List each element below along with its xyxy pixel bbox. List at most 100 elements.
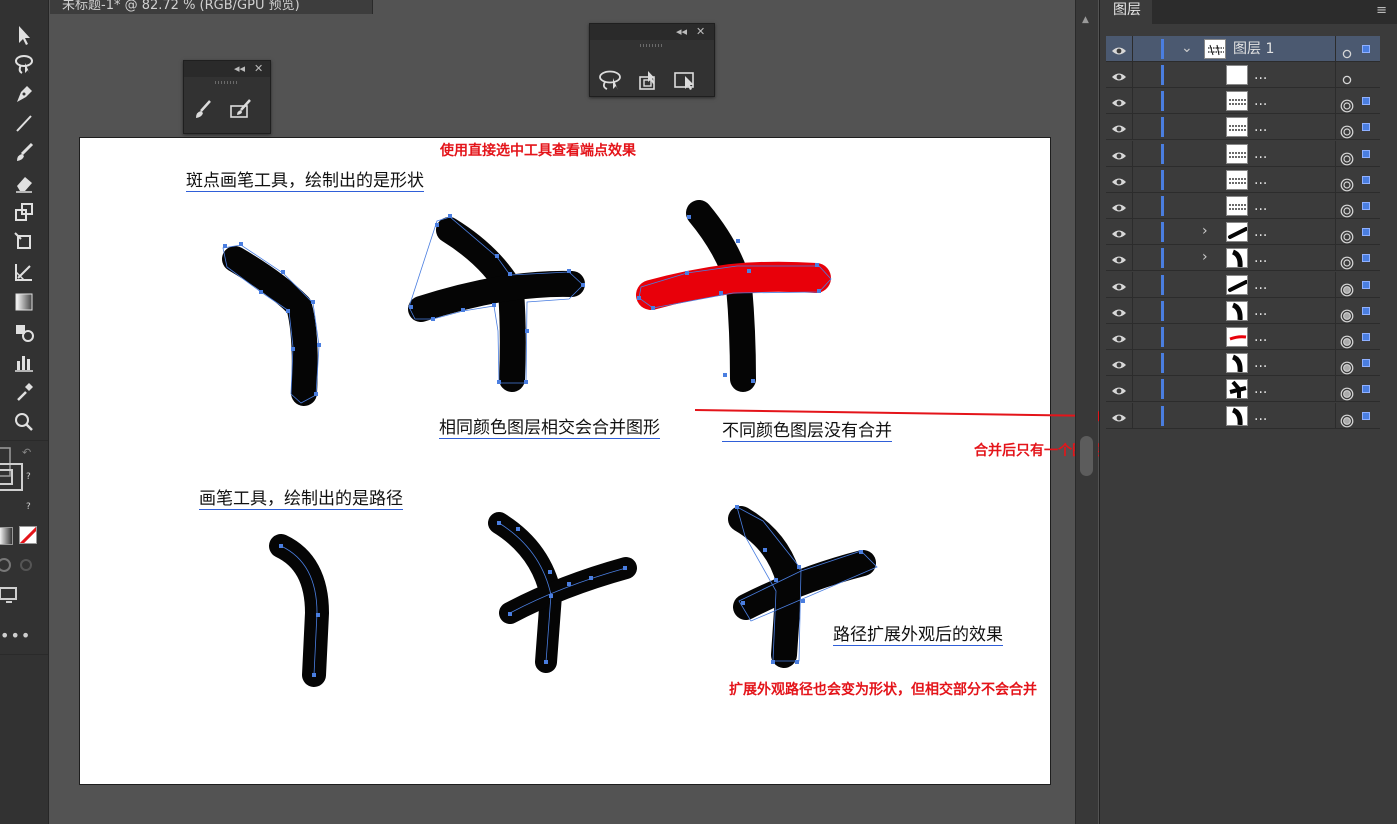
layer-thumbnail bbox=[1226, 405, 1248, 426]
selection-indicator[interactable] bbox=[1362, 306, 1370, 315]
target-appearance-icon[interactable] bbox=[1340, 280, 1354, 296]
layer-name[interactable]: ... bbox=[1254, 170, 1267, 190]
visibility-eye-icon[interactable] bbox=[1111, 278, 1127, 291]
column-divider bbox=[1335, 193, 1336, 219]
sublayer-row[interactable]: ... bbox=[1106, 297, 1380, 324]
selection-indicator[interactable] bbox=[1362, 123, 1370, 132]
column-divider bbox=[1132, 88, 1133, 115]
sublayer-row[interactable]: ... bbox=[1106, 193, 1380, 219]
column-divider bbox=[1132, 350, 1133, 377]
layer-name[interactable]: ... bbox=[1254, 196, 1267, 216]
column-divider bbox=[1335, 36, 1336, 62]
selection-indicator[interactable] bbox=[1362, 280, 1370, 289]
chevron-right-icon[interactable]: › bbox=[1202, 247, 1208, 267]
layer-name[interactable]: ... bbox=[1254, 144, 1267, 164]
visibility-eye-icon[interactable] bbox=[1111, 94, 1127, 107]
selection-indicator[interactable] bbox=[1362, 175, 1370, 184]
layer-name[interactable]: ... bbox=[1254, 117, 1267, 137]
visibility-eye-icon[interactable] bbox=[1111, 173, 1127, 186]
target-appearance-icon[interactable] bbox=[1340, 201, 1354, 218]
selection-indicator[interactable] bbox=[1362, 228, 1370, 237]
sublayer-row[interactable]: ... bbox=[1106, 140, 1380, 167]
selection-indicator[interactable] bbox=[1362, 202, 1370, 210]
layer-name[interactable]: ... bbox=[1254, 65, 1267, 85]
target-appearance-icon[interactable] bbox=[1340, 96, 1354, 113]
selection-indicator[interactable] bbox=[1362, 411, 1370, 420]
layer-name[interactable]: ... bbox=[1254, 353, 1267, 373]
selection-indicator[interactable] bbox=[1362, 385, 1370, 394]
layer-thumbnail bbox=[1226, 353, 1248, 374]
layers-tab[interactable]: 图层 bbox=[1100, 0, 1152, 24]
target-appearance-icon[interactable] bbox=[1340, 358, 1354, 375]
target-appearance-icon[interactable] bbox=[1340, 175, 1354, 192]
layer-thumbnail bbox=[1204, 39, 1226, 59]
target-appearance-icon[interactable] bbox=[1342, 70, 1352, 85]
panel-menu-icon[interactable]: ≡ bbox=[1376, 3, 1387, 18]
visibility-eye-icon[interactable] bbox=[1111, 225, 1127, 238]
layer-thumbnail bbox=[1226, 274, 1248, 295]
column-divider bbox=[1132, 402, 1133, 429]
vertical-scrollbar[interactable]: ▲ bbox=[1075, 0, 1098, 824]
column-divider bbox=[1132, 36, 1133, 62]
target-appearance-icon[interactable] bbox=[1340, 227, 1354, 244]
layer-thumbnail bbox=[1226, 91, 1248, 112]
visibility-eye-icon[interactable] bbox=[1111, 251, 1127, 264]
layer-name[interactable]: ... bbox=[1254, 379, 1267, 399]
target-appearance-icon[interactable] bbox=[1340, 122, 1354, 139]
layer-color-bar bbox=[1161, 143, 1164, 164]
scroll-thumb[interactable] bbox=[1080, 436, 1093, 476]
sublayer-row[interactable]: ... bbox=[1106, 324, 1380, 350]
visibility-eye-icon[interactable] bbox=[1111, 409, 1127, 422]
sublayer-row[interactable]: ›... bbox=[1106, 245, 1380, 272]
visibility-eye-icon[interactable] bbox=[1111, 356, 1127, 369]
selection-indicator[interactable] bbox=[1362, 45, 1370, 53]
visibility-eye-icon[interactable] bbox=[1111, 330, 1127, 343]
layer-color-bar bbox=[1161, 353, 1164, 374]
layer-name[interactable]: ... bbox=[1254, 275, 1267, 295]
sublayer-row[interactable]: ... bbox=[1106, 350, 1380, 377]
target-appearance-icon[interactable] bbox=[1340, 149, 1354, 165]
selection-indicator[interactable] bbox=[1362, 149, 1370, 158]
chevron-down-icon[interactable]: ⌄ bbox=[1181, 38, 1193, 58]
target-appearance-icon[interactable] bbox=[1340, 411, 1354, 427]
target-appearance-icon[interactable] bbox=[1340, 332, 1354, 349]
visibility-eye-icon[interactable] bbox=[1111, 382, 1127, 395]
sublayer-row[interactable]: ... bbox=[1106, 62, 1380, 88]
layer-name[interactable]: 图层 1 bbox=[1233, 39, 1274, 59]
sublayer-row[interactable]: ... bbox=[1106, 376, 1380, 403]
chevron-right-icon[interactable]: › bbox=[1202, 221, 1208, 241]
target-appearance-icon[interactable] bbox=[1340, 253, 1354, 270]
layer-name[interactable]: ... bbox=[1254, 222, 1267, 242]
layer-color-bar bbox=[1161, 117, 1164, 138]
layer-name[interactable]: ... bbox=[1254, 91, 1267, 111]
layer-name[interactable]: ... bbox=[1254, 327, 1267, 347]
scroll-up-icon[interactable]: ▲ bbox=[1082, 15, 1089, 25]
visibility-eye-icon[interactable] bbox=[1111, 147, 1127, 160]
sublayer-row[interactable]: ... bbox=[1106, 88, 1380, 115]
selection-indicator[interactable] bbox=[1362, 359, 1370, 368]
target-appearance-icon[interactable] bbox=[1340, 384, 1354, 401]
column-divider bbox=[1335, 376, 1336, 403]
sublayer-row[interactable]: ... bbox=[1106, 402, 1380, 429]
layer-name[interactable]: ... bbox=[1254, 248, 1267, 268]
selection-indicator[interactable] bbox=[1362, 333, 1370, 341]
sublayer-row[interactable]: ... bbox=[1106, 166, 1380, 193]
visibility-eye-icon[interactable] bbox=[1111, 304, 1127, 317]
sublayer-row[interactable]: ... bbox=[1106, 271, 1380, 298]
column-divider bbox=[1335, 271, 1336, 298]
visibility-eye-icon[interactable] bbox=[1111, 120, 1127, 133]
layer-name[interactable]: ... bbox=[1254, 301, 1267, 321]
visibility-eye-icon[interactable] bbox=[1111, 199, 1127, 212]
layer-row-parent[interactable]: ⌄ 图层 1 bbox=[1106, 36, 1380, 62]
visibility-eye-icon[interactable] bbox=[1111, 42, 1127, 55]
target-appearance-icon[interactable] bbox=[1342, 44, 1352, 59]
sublayer-row[interactable]: ›... bbox=[1106, 219, 1380, 246]
target-appearance-icon[interactable] bbox=[1340, 306, 1354, 323]
layer-color-bar bbox=[1161, 379, 1164, 400]
visibility-eye-icon[interactable] bbox=[1111, 68, 1127, 81]
layer-name[interactable]: ... bbox=[1254, 406, 1267, 426]
selection-indicator[interactable] bbox=[1362, 97, 1370, 106]
selection-indicator[interactable] bbox=[1362, 254, 1370, 263]
sublayer-row[interactable]: ... bbox=[1106, 114, 1380, 141]
layer-thumbnail bbox=[1226, 300, 1248, 321]
